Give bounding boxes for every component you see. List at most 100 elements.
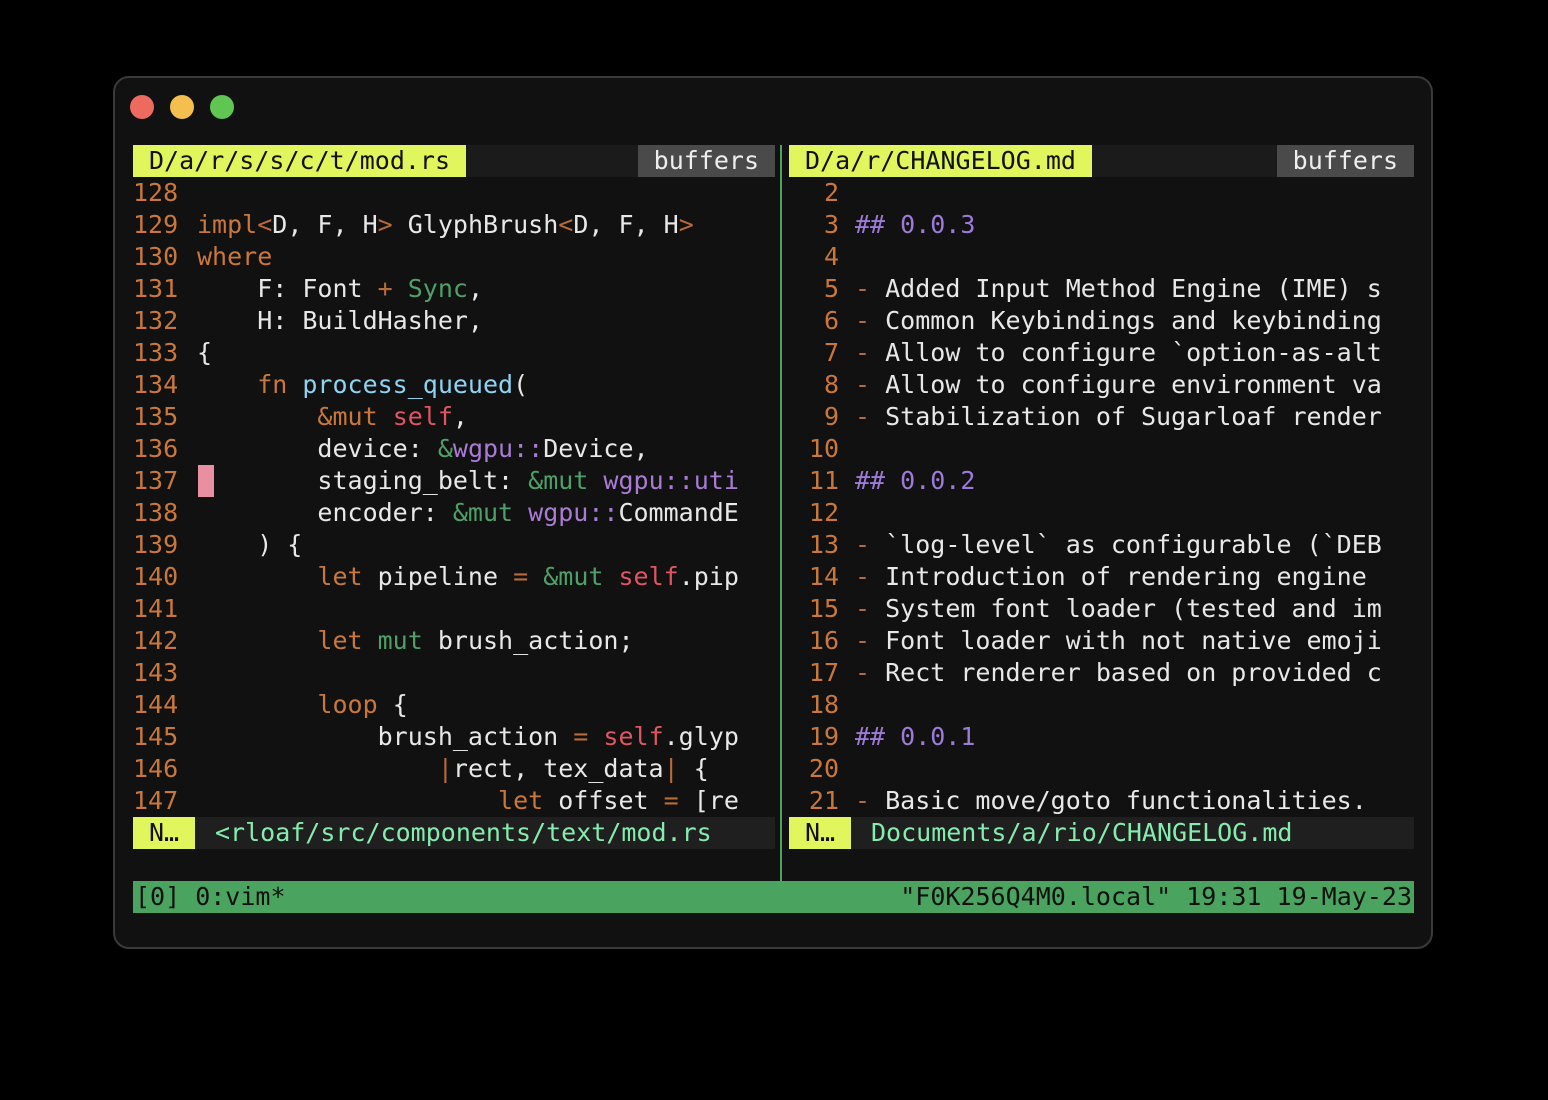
markdown-line: 15- System font loader (tested and im (789, 593, 1414, 625)
line-number: 131 (133, 274, 179, 303)
line-number: 136 (133, 434, 179, 463)
line-number: 144 (133, 690, 179, 719)
right-vim-pane[interactable]: D/a/r/CHANGELOG.md buffers 2 3 ## 0.0.3 4 5-… (789, 145, 1414, 849)
line-number: 138 (133, 498, 179, 527)
markdown-line: 19 ## 0.0.1 (789, 721, 1414, 753)
line-number: 12 (808, 498, 839, 527)
file-path: <rloaf/src/components/text/mod.rs (215, 818, 712, 847)
pane-divider[interactable] (780, 145, 782, 882)
code-line: 143 (133, 657, 775, 689)
markdown-line: 4 (789, 241, 1414, 273)
line-number: 6 (823, 306, 839, 335)
markdown-line: 8- Allow to configure environment va (789, 369, 1414, 401)
markdown-line: 13- `log-level` as configurable (`DEB (789, 529, 1414, 561)
line-number: 13 (808, 530, 839, 559)
line-number: 146 (133, 754, 179, 783)
line-number: 140 (133, 562, 179, 591)
markdown-line: 14- Introduction of rendering engine (789, 561, 1414, 593)
line-number: 145 (133, 722, 179, 751)
mode-indicator: N… (133, 817, 196, 849)
right-buffers-label[interactable]: buffers (1276, 145, 1414, 177)
maximize-window-icon[interactable] (210, 95, 234, 119)
markdown-line: 11 ## 0.0.2 (789, 465, 1414, 497)
markdown-line: 3 ## 0.0.3 (789, 209, 1414, 241)
markdown-line: 17- Rect renderer based on provided c (789, 657, 1414, 689)
code-line: 141 (133, 593, 775, 625)
left-tabline: D/a/r/s/s/c/t/mod.rs buffers (133, 145, 775, 177)
code-line: 128 (133, 177, 775, 209)
right-statusline: N… Documents/a/rio/CHANGELOG.md (789, 817, 1414, 849)
text-cursor (198, 465, 214, 497)
file-path: Documents/a/rio/CHANGELOG.md (871, 818, 1293, 847)
code-line: 146 |rect, tex_data| { (133, 754, 709, 783)
markdown-line: 18 (789, 689, 1414, 721)
left-code-area[interactable]: 128 129 impl<D, F, H> GlyphBrush<D, F, H>… (133, 177, 775, 817)
line-number: 19 (808, 722, 839, 751)
line-number: 8 (823, 370, 839, 399)
left-buffers-label[interactable]: buffers (637, 145, 775, 177)
code-line: 132 H: BuildHasher, (133, 306, 483, 335)
line-number: 5 (823, 274, 839, 303)
line-number: 137 (133, 466, 179, 495)
tmux-host-clock: "F0K256Q4M0.local" 19:31 19-May-23 (900, 882, 1412, 911)
line-number: 2 (823, 178, 839, 207)
markdown-line: 6- Common Keybindings and keybinding (789, 305, 1414, 337)
line-number: 130 (133, 242, 179, 271)
line-number: 143 (133, 658, 179, 687)
markdown-line: 5- Added Input Method Engine (IME) s (789, 273, 1414, 305)
right-tabline: D/a/r/CHANGELOG.md buffers (789, 145, 1414, 177)
line-number: 147 (133, 786, 179, 815)
line-number: 141 (133, 594, 179, 623)
close-window-icon[interactable] (130, 95, 154, 119)
code-line: 137 staging_belt: &mut wgpu::uti (133, 465, 739, 497)
line-number: 133 (133, 338, 179, 367)
markdown-line: 7- Allow to configure `option-as-alt (789, 337, 1414, 369)
line-number: 11 (808, 466, 839, 495)
line-number: 139 (133, 530, 179, 559)
code-line: 145 brush_action = self.glyp (133, 722, 739, 751)
line-number: 20 (808, 754, 839, 783)
left-vim-pane[interactable]: D/a/r/s/s/c/t/mod.rs buffers 128 129 impl… (133, 145, 775, 849)
line-number: 21 (808, 786, 839, 815)
markdown-line: 16- Font loader with not native emoji (789, 625, 1414, 657)
code-line: 138 encoder: &mut wgpu::CommandE (133, 498, 739, 527)
line-number: 17 (808, 658, 839, 687)
right-active-tab[interactable]: D/a/r/CHANGELOG.md (789, 145, 1092, 177)
code-line: 136 device: &wgpu::Device, (133, 434, 649, 463)
line-number: 16 (808, 626, 839, 655)
code-line: 130 where (133, 242, 273, 271)
line-number: 3 (823, 210, 839, 239)
markdown-line: 10 (789, 433, 1414, 465)
line-number: 128 (133, 178, 179, 207)
minimize-window-icon[interactable] (170, 95, 194, 119)
tmux-window-list[interactable]: [0] 0:vim* (135, 881, 286, 913)
markdown-line: 20 (789, 753, 1414, 785)
tmux-status-bar: [0] 0:vim* "F0K256Q4M0.local" 19:31 19-M… (133, 881, 1414, 913)
markdown-line: 9- Stabilization of Sugarloaf render (789, 401, 1414, 433)
markdown-line: 12 (789, 497, 1414, 529)
code-line: 144 loop { (133, 690, 408, 719)
code-line: 134 fn process_queued( (133, 370, 529, 399)
code-line: 129 impl<D, F, H> GlyphBrush<D, F, H> (133, 210, 694, 239)
code-line: 140 let pipeline = &mut self.pip (133, 562, 739, 591)
left-active-tab[interactable]: D/a/r/s/s/c/t/mod.rs (133, 145, 467, 177)
line-number: 134 (133, 370, 179, 399)
line-number: 15 (808, 594, 839, 623)
right-text-area[interactable]: 2 3 ## 0.0.3 4 5- Added Input Method Engine … (789, 177, 1414, 817)
line-number: 132 (133, 306, 179, 335)
code-line: 147 let offset = [re (133, 786, 739, 815)
mode-indicator: N… (789, 817, 852, 849)
line-number: 135 (133, 402, 179, 431)
code-line: 131 F: Font + Sync, (133, 274, 484, 303)
left-statusline: N… <rloaf/src/components/text/mod.rs (133, 817, 775, 849)
line-number: 4 (823, 242, 839, 271)
code-line: 133{ (133, 338, 213, 367)
markdown-line: 2 (789, 177, 1414, 209)
line-number: 129 (133, 210, 179, 239)
markdown-line: 21- Basic move/goto functionalities. (789, 785, 1414, 817)
code-line: 142 let mut brush_action; (133, 626, 634, 655)
line-number: 7 (823, 338, 839, 367)
line-number: 9 (823, 402, 839, 431)
terminal-window: D/a/r/s/s/c/t/mod.rs buffers 128 129 impl… (113, 76, 1433, 949)
code-line: 135 &mut self, (133, 402, 468, 431)
